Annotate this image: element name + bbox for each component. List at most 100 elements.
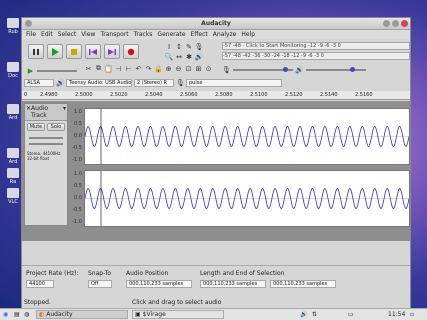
title-bar[interactable]: Audacity [22, 18, 410, 30]
selection-end-field[interactable]: 000,110,233 samples [270, 280, 336, 288]
audacity-window: Audacity File Edit Select View Transport Trac… [21, 17, 411, 310]
selection-tool-icon[interactable]: I [165, 42, 174, 51]
skip-end-button[interactable] [104, 44, 120, 59]
zoom-toggle-icon[interactable]: ⊙ [204, 64, 213, 73]
channels-select[interactable]: 2 (Stereo) R [134, 79, 174, 87]
ruler-tick: 2.5000 [75, 92, 93, 98]
ruler-tick: 2.5120 [285, 92, 303, 98]
play-speed-slider[interactable] [37, 69, 77, 72]
timeline-ruler[interactable]: 0 2.4980 2.5000 2.5020 2.5040 2.5060 2.5080 2.… [22, 91, 410, 100]
track-menu-icon[interactable]: ▾ [63, 105, 66, 119]
menu-analyze[interactable]: Analyze [213, 31, 237, 38]
clock[interactable]: 11:54 [388, 311, 405, 318]
volume-icon[interactable]: 🔊 [300, 311, 307, 318]
close-button[interactable] [401, 20, 408, 27]
selection-toolbar: Project Rate (Hz): 44100 Snap-To Off Aud… [22, 265, 410, 309]
maximize-button[interactable] [392, 20, 399, 27]
playback-meter: -57 -48 -42 -36 -30 -24 -18 -12 -9 -6 -3… [222, 52, 410, 60]
ruler-zero: 0 [24, 92, 28, 98]
track-control-panel[interactable]: ✕ Audio Track ▾ Mute Solo Stereo, 44100H… [24, 103, 68, 226]
mute-button[interactable]: Mute [27, 123, 45, 131]
selection-mode-label[interactable]: Length and End of Selection [200, 270, 284, 277]
vertical-scale-right[interactable]: 1.0 0.5 0.0 -0.5 -1.0 [68, 171, 84, 226]
skip-start-button[interactable] [85, 44, 101, 59]
draw-tool-icon[interactable]: ✎ [185, 42, 194, 51]
redo-icon[interactable]: ↷ [144, 64, 153, 73]
solo-button[interactable]: Solo [47, 123, 65, 131]
zoom-out-icon[interactable]: ⊖ [174, 64, 183, 73]
track-name[interactable]: Audio Track [31, 105, 63, 119]
scale-label: -1.0 [72, 157, 82, 163]
taskbar-virage[interactable]: ▣ $Virage [132, 310, 224, 319]
gain-slider[interactable] [29, 137, 63, 139]
menu-help[interactable]: Help [241, 31, 255, 38]
cut-icon[interactable]: ✂ [84, 64, 93, 73]
file-manager-icon[interactable]: ▤ [14, 311, 20, 318]
mic-device-icon: 🎙 [176, 78, 185, 87]
project-rate-select[interactable]: 44100 [26, 280, 54, 288]
scale-label: 1.0 [74, 171, 82, 177]
envelope-tool-icon[interactable]: ↕ [175, 42, 184, 51]
menu-effect[interactable]: Effect [190, 31, 207, 38]
menu-select[interactable]: Select [58, 31, 77, 38]
vertical-scale-left[interactable]: 1.0 0.5 0.0 -0.5 -1.0 [68, 109, 84, 164]
recording-meter[interactable]: -57 -48 - Click to Start Monitoring ‑12 … [222, 42, 410, 50]
play-button[interactable] [47, 44, 63, 59]
paste-icon[interactable]: 📋 [104, 64, 113, 73]
playback-volume-slider[interactable] [306, 66, 366, 72]
audio-position-field[interactable]: 000,110,233 samples [126, 280, 192, 288]
zoom-in-icon[interactable]: ⊕ [164, 64, 173, 73]
playback-device-select[interactable]: Teensy Audio: USB Audio [66, 79, 132, 87]
scale-label: -0.5 [72, 207, 82, 213]
pan-slider[interactable] [29, 143, 63, 145]
recording-device-select[interactable]: pulse [186, 79, 282, 87]
scale-label: 0.0 [74, 195, 82, 201]
fit-selection-icon[interactable]: ⊡ [184, 64, 193, 73]
desktop-glyph-icon [7, 104, 19, 114]
selection-start-field[interactable]: 000,110,233 samples [200, 280, 266, 288]
battery-icon: ▭ [348, 311, 354, 318]
waveform-channel-right[interactable] [84, 170, 410, 227]
waveform-channel-left[interactable] [84, 108, 410, 165]
minimize-button[interactable] [383, 20, 390, 27]
pause-button[interactable] [28, 44, 44, 59]
browser-icon[interactable]: ◍ [24, 311, 29, 318]
desktop-glyph-icon [7, 62, 19, 72]
undo-icon[interactable]: ↶ [134, 64, 143, 73]
audio-host-select[interactable]: ALSA [24, 79, 54, 87]
zoom-tool-icon[interactable]: 🔍 [165, 52, 174, 61]
scale-label: 1.0 [74, 109, 82, 115]
record-button[interactable] [123, 44, 139, 59]
speaker-icon: 🔊 [194, 52, 204, 61]
stop-button[interactable] [66, 44, 82, 59]
taskbar-audacity[interactable]: ◐ Audacity [36, 310, 128, 319]
multi-tool-icon[interactable]: ✱ [185, 52, 194, 61]
menu-bar: File Edit Select View Transport Tracks Generat… [22, 30, 410, 39]
copy-icon[interactable]: ⧉ [94, 64, 103, 73]
scale-label: 0.5 [74, 121, 82, 127]
silence-icon[interactable]: ⊢ [124, 64, 133, 73]
play-at-speed-icon[interactable]: ▶ [26, 66, 35, 75]
menu-view[interactable]: View [81, 31, 95, 38]
menu-tracks[interactable]: Tracks [134, 31, 153, 38]
recording-volume-slider[interactable] [233, 66, 293, 72]
menu-generate[interactable]: Generate [157, 31, 185, 38]
scale-label: -1.0 [72, 219, 82, 225]
timeshift-tool-icon[interactable]: ↔ [175, 52, 184, 61]
taskbar: ◉ ▤ ◍ ◐ Audacity ▣ $Virage 🔊 ⇅ ▭ 11:54 ▫ [0, 308, 427, 320]
status-hint: Click and drag to select audio [132, 299, 222, 306]
menu-file[interactable]: File [26, 31, 36, 38]
show-desktop-icon[interactable]: ▫ [410, 311, 414, 318]
fit-project-icon[interactable]: ⊞ [194, 64, 203, 73]
trim-icon[interactable]: ⊣ [114, 64, 123, 73]
sync-lock-icon[interactable]: 🔒 [154, 64, 163, 73]
ruler-tick: 2.4980 [40, 92, 58, 98]
audio-position-label: Audio Position [126, 270, 169, 277]
start-menu-icon[interactable]: ◉ [3, 311, 8, 318]
menu-transport[interactable]: Transport [100, 31, 128, 38]
ruler-tick: 2.5040 [145, 92, 163, 98]
snap-to-select[interactable]: Off [88, 280, 112, 288]
menu-edit[interactable]: Edit [41, 31, 53, 38]
project-rate-label: Project Rate (Hz): [26, 270, 79, 277]
network-icon[interactable]: ⇅ [312, 311, 317, 318]
